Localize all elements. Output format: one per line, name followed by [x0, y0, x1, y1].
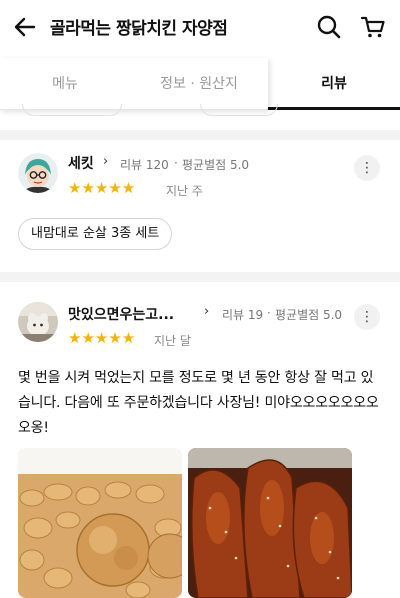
review-photo-image: [18, 448, 182, 598]
ordered-item-chip[interactable]: 내맘대로 순살 3종 세트: [18, 218, 173, 250]
more-vertical-icon: ⋮: [360, 309, 374, 325]
avatar-image: [18, 153, 58, 193]
review-photo-image: [188, 448, 352, 598]
section-divider: [0, 130, 400, 140]
review-date: 지난 달: [154, 334, 191, 348]
avatar-image: [18, 302, 58, 342]
review-photo[interactable]: [188, 448, 352, 598]
chevron-right-icon[interactable]: ›: [204, 304, 209, 319]
previous-chip-fragment: [22, 104, 122, 116]
back-arrow-icon[interactable]: [12, 14, 38, 40]
review-count: 리뷰 19: [222, 308, 264, 322]
review-date: 지난 주: [166, 184, 203, 198]
star-rating: ★★★★★: [68, 329, 136, 347]
meta-separator: ·: [174, 156, 178, 170]
cart-icon[interactable]: [360, 14, 386, 40]
active-tab-indicator: [268, 107, 400, 110]
page-title: 골라먹는 짱닭치킨 자양점: [50, 19, 228, 39]
tab-reviews[interactable]: 리뷰: [268, 58, 400, 110]
tab-menu[interactable]: 메뉴: [0, 58, 130, 110]
average-rating: 평균별점 5.0: [182, 158, 250, 172]
more-vertical-icon: ⋮: [360, 160, 374, 176]
review-photo[interactable]: [18, 448, 182, 598]
more-options-button[interactable]: ⋮: [354, 155, 380, 181]
tab-bar: 메뉴 정보 · 원산지 리뷰: [0, 58, 400, 110]
review-count: 리뷰 120: [120, 158, 169, 172]
reviewer-name[interactable]: 세킷: [68, 153, 94, 173]
search-icon[interactable]: [316, 14, 342, 40]
chevron-right-icon[interactable]: ›: [103, 154, 108, 169]
section-divider: [0, 272, 400, 282]
app-header: 골라먹는 짱닭치킨 자양점: [0, 0, 400, 56]
average-rating: 평균별점 5.0: [275, 308, 343, 322]
tab-info-origin[interactable]: 정보 · 원산지: [130, 58, 268, 110]
avatar[interactable]: [18, 302, 58, 342]
reviewer-name[interactable]: 맛있으면우는고...: [68, 304, 174, 324]
avatar[interactable]: [18, 153, 58, 193]
more-options-button[interactable]: ⋮: [354, 304, 380, 330]
meta-separator: ·: [267, 306, 271, 320]
previous-chip-fragment: [200, 104, 278, 116]
review-text: 몇 번을 시켜 먹었는지 모를 정도로 몇 년 동안 항상 잘 먹고 있습니다.…: [18, 370, 379, 436]
star-rating: ★★★★★: [68, 179, 136, 197]
